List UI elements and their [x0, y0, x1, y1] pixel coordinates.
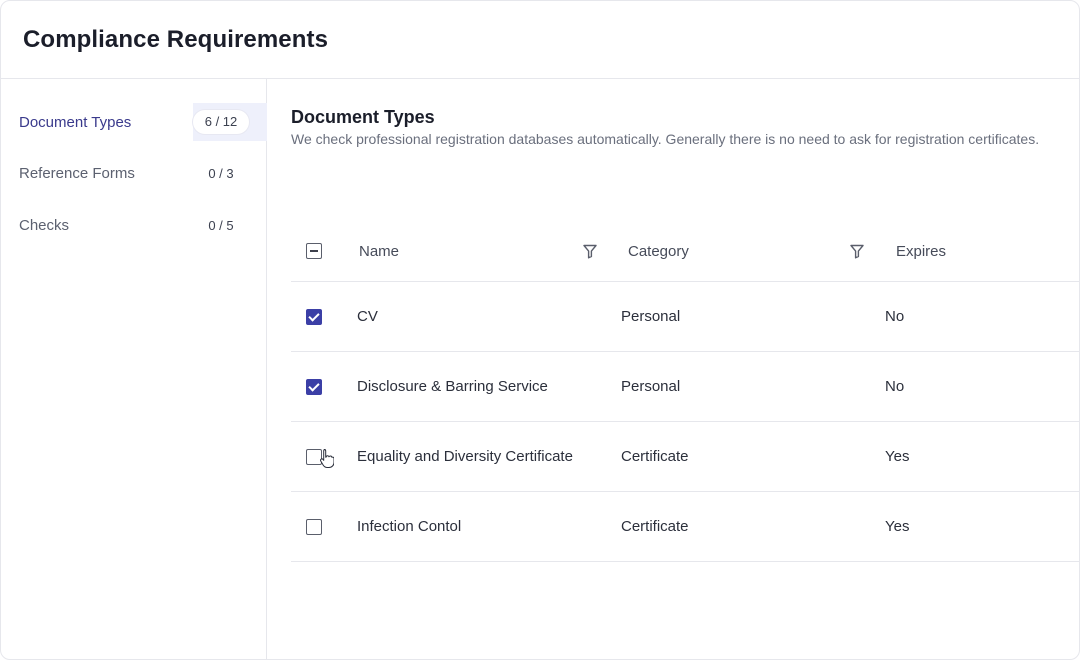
- column-header-name[interactable]: Name: [359, 221, 399, 281]
- document-category: Certificate: [621, 518, 689, 535]
- row-check-cell: [306, 492, 326, 561]
- table-row[interactable]: Infection Contol Certificate Yes: [291, 492, 1079, 562]
- table-header-row: Name Category Expires: [291, 221, 1079, 282]
- document-name: Disclosure & Barring Service: [357, 378, 548, 395]
- sidebar-item-label: Reference Forms: [19, 164, 135, 182]
- document-expires: No: [885, 308, 905, 325]
- sidebar-item-count: 0 / 5: [208, 217, 234, 233]
- table-row[interactable]: Equality and Diversity Certificate Certi…: [291, 422, 1079, 492]
- sidebar-item-label: Document Types: [19, 113, 132, 131]
- row-checkbox[interactable]: [306, 308, 322, 325]
- sidebar-item-count: 6 / 12: [193, 110, 249, 134]
- document-expires: Yes: [885, 448, 910, 465]
- body: Document Types 6 / 12 Reference Forms 0 …: [1, 79, 1079, 659]
- document-name: Infection Contol: [357, 518, 462, 535]
- document-expires: No: [885, 378, 905, 395]
- table-row[interactable]: CV Personal No: [291, 282, 1079, 352]
- select-all-cell: [306, 221, 326, 281]
- document-category: Personal: [621, 378, 681, 395]
- document-name: CV: [357, 308, 378, 325]
- sidebar: Document Types 6 / 12 Reference Forms 0 …: [1, 79, 267, 659]
- sidebar-item-document-types[interactable]: Document Types 6 / 12: [1, 103, 267, 141]
- column-header-category[interactable]: Category: [628, 221, 689, 281]
- row-checkbox[interactable]: [306, 378, 322, 395]
- select-all-checkbox[interactable]: [306, 243, 322, 259]
- section-description: We check professional registration datab…: [291, 131, 1040, 147]
- main-content: Document Types We check professional reg…: [267, 79, 1079, 659]
- page-title: Compliance Requirements: [23, 25, 329, 53]
- document-types-table: Name Category Expires CV Personal No Dis…: [291, 221, 1079, 562]
- document-expires: Yes: [885, 518, 910, 535]
- document-category: Certificate: [621, 448, 689, 465]
- column-header-expires[interactable]: Expires: [896, 221, 946, 281]
- sidebar-item-label: Checks: [19, 216, 70, 234]
- name-filter-icon[interactable]: [583, 221, 597, 281]
- row-check-cell: [306, 352, 326, 421]
- app-window: Compliance Requirements Document Types 6…: [0, 0, 1080, 660]
- category-filter-icon[interactable]: [850, 221, 864, 281]
- section-title: Document Types: [291, 107, 435, 127]
- sidebar-item-reference-forms[interactable]: Reference Forms 0 / 3: [1, 154, 267, 192]
- sidebar-item-count: 0 / 3: [208, 165, 234, 181]
- page-header: Compliance Requirements: [1, 1, 1079, 79]
- row-checkbox[interactable]: [306, 518, 322, 535]
- table-row[interactable]: Disclosure & Barring Service Personal No: [291, 352, 1079, 422]
- row-check-cell: [306, 282, 326, 351]
- document-name: Equality and Diversity Certificate: [357, 448, 573, 465]
- document-category: Personal: [621, 308, 681, 325]
- sidebar-item-checks[interactable]: Checks 0 / 5: [1, 206, 267, 244]
- hand-pointer-cursor-icon: [320, 448, 335, 473]
